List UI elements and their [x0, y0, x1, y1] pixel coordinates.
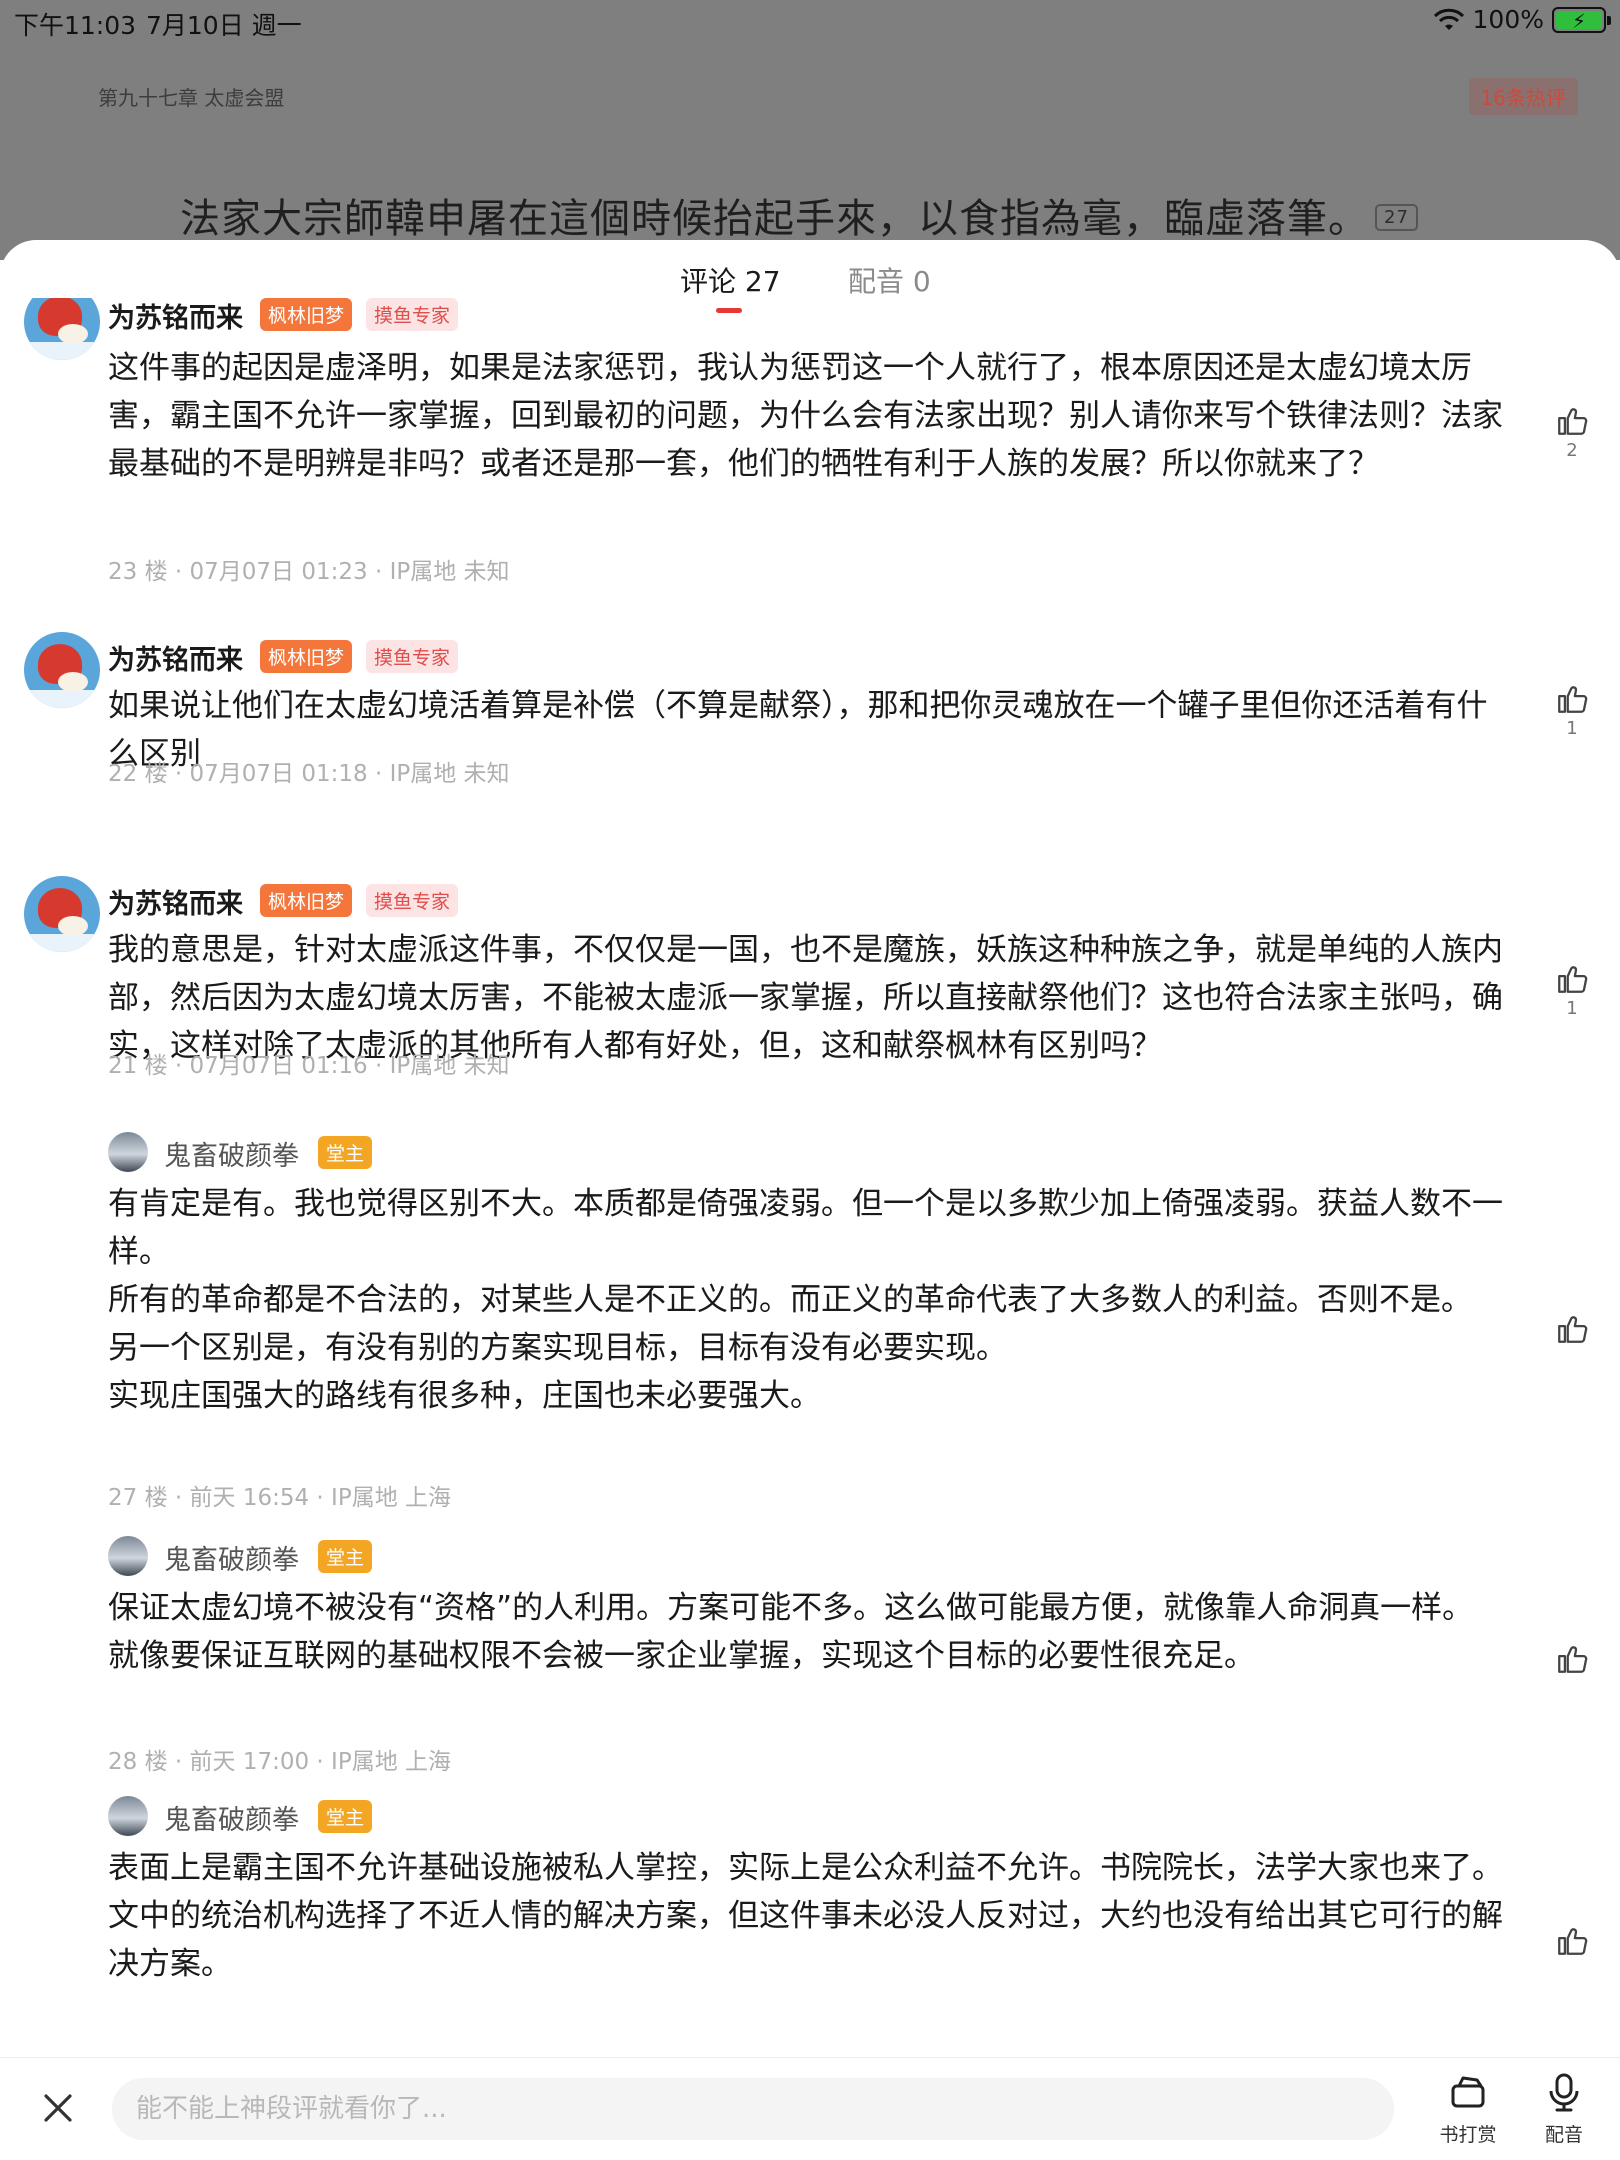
- like-count: 1: [1566, 718, 1578, 739]
- like-count: 2: [1566, 440, 1578, 461]
- avatar[interactable]: [24, 298, 100, 360]
- reply-line: 实现庄国强大的路线有很多种，庄国也未必要强大。: [108, 1378, 821, 1414]
- wifi-icon: [1433, 8, 1464, 30]
- chapter-title: 第九十七章 太虚会盟: [98, 86, 285, 110]
- bottom-bar: 书打赏 配音: [0, 2057, 1620, 2160]
- reply-username[interactable]: 鬼畜破颜拳: [164, 1798, 299, 1837]
- dubbing-button[interactable]: 配音: [1524, 2072, 1604, 2147]
- reply-line: 就像要保证互联网的基础权限不会被一家企业掌握，实现这个目标的必要性很充足。: [108, 1638, 1255, 1674]
- battery-icon: ⚡: [1552, 6, 1611, 33]
- like-button[interactable]: [1548, 1924, 1596, 1958]
- reply-username[interactable]: 鬼畜破颜拳: [164, 1538, 299, 1577]
- reply-meta: 27 楼 · 前天 16:54 · IP属地 上海: [108, 1485, 452, 1511]
- thumbs-up-icon: [1558, 408, 1588, 435]
- status-time: 下午11:03: [14, 11, 137, 40]
- comment-username[interactable]: 为苏铭而来: [108, 298, 243, 335]
- reply-line: 另一个区别是，有没有别的方案实现目标，目标有没有必要实现。: [108, 1330, 1007, 1366]
- tab-comments[interactable]: 评论 27: [680, 260, 781, 300]
- reply-avatar[interactable]: [108, 1132, 148, 1172]
- paragraph-comment-count[interactable]: 27: [1375, 203, 1418, 231]
- comment-list[interactable]: 为苏铭而来 枫林旧梦 摸鱼专家 这件事的起因是虚泽明，如果是法家惩罚，我认为惩罚…: [0, 298, 1620, 2056]
- reader-paragraph: 法家大宗師韓申屠在這個時候抬起手來，以食指為毫，臨虛落筆。 27: [180, 186, 1418, 244]
- tab-dubbing[interactable]: 配音 0: [848, 260, 931, 300]
- reader-line-text: 法家大宗師韓申屠在這個時候抬起手來，以食指為毫，臨虛落筆。: [180, 196, 1369, 242]
- thumbs-up-icon: [1558, 966, 1588, 993]
- comment-meta: 22 楼 · 07月07日 01:18 · IP属地 未知: [108, 761, 510, 787]
- thumbs-up-icon: [1558, 1316, 1588, 1343]
- comment-text: 这件事的起因是虚泽明，如果是法家惩罚，我认为惩罚这一个人就行了，根本原因还是太虚…: [108, 350, 1503, 482]
- thumbs-up-icon: [1558, 1928, 1588, 1955]
- reply-text: 有肯定是有。我也觉得区别不大。本质都是倚强凌弱。但一个是以多欺少加上倚强凌弱。获…: [108, 1180, 1518, 1420]
- reply-text: 表面上是霸主国不允许基础设施被私人掌控，实际上是公众利益不允许。书院院长，法学大…: [108, 1844, 1518, 1988]
- reply-line: 有肯定是有。我也觉得区别不大。本质都是倚强凌弱。但一个是以多欺少加上倚强凌弱。获…: [108, 1186, 1503, 1270]
- thumbs-up-icon: [1558, 686, 1588, 713]
- reply-line: 保证太虚幻境不被没有“资格”的人利用。方案可能不多。这么做可能最方便，就像靠人命…: [108, 1590, 1474, 1626]
- fan-badge: 枫林旧梦: [260, 640, 353, 673]
- hot-comments-badge[interactable]: 16条热评: [1468, 78, 1578, 115]
- fan-badge: 枫林旧梦: [260, 884, 353, 917]
- reply-meta: 28 楼 · 前天 17:00 · IP属地 上海: [108, 1749, 452, 1775]
- comment-sheet: 评论 27 配音 0 为苏铭而来 枫林旧梦 摸鱼专家 这件事的起因是虚泽明，如果…: [0, 240, 1620, 2160]
- fan-badge: 枫林旧梦: [260, 298, 353, 331]
- reply-line: 所有的革命都是不合法的，对某些人是不正义的。而正义的革命代表了大多数人的利益。否…: [108, 1282, 1472, 1318]
- reply-avatar[interactable]: [108, 1796, 148, 1836]
- host-badge: 堂主: [318, 1800, 373, 1833]
- reply-username[interactable]: 鬼畜破颜拳: [164, 1134, 299, 1173]
- reader-backdrop[interactable]: 下午11:03 7月10日 週一 100% ⚡ 第九十七章 太虚会盟 16条热评…: [0, 0, 1620, 260]
- comment-input[interactable]: [112, 2078, 1394, 2140]
- reply-line: 表面上是霸主国不允许基础设施被私人掌控，实际上是公众利益不允许。书院院长，法学大…: [108, 1850, 1503, 1886]
- title-badge: 摸鱼专家: [366, 884, 459, 917]
- avatar[interactable]: [24, 876, 100, 952]
- status-right: 100% ⚡: [1433, 5, 1611, 34]
- battery-percent: 100%: [1472, 5, 1544, 34]
- host-badge: 堂主: [318, 1136, 373, 1169]
- like-button[interactable]: 1: [1548, 682, 1596, 739]
- reply-avatar[interactable]: [108, 1536, 148, 1576]
- status-bar: 下午11:03 7月10日 週一 100% ⚡: [0, 0, 1620, 40]
- reply-line: 文中的统治机构选择了不近人情的解决方案，但这件事未必没人反对过，大约也没有给出其…: [108, 1898, 1503, 1982]
- title-badge: 摸鱼专家: [366, 298, 459, 331]
- close-icon[interactable]: [38, 2088, 78, 2128]
- like-count: 1: [1566, 998, 1578, 1019]
- gift-icon: [1451, 2076, 1485, 2108]
- reply-text: 保证太虚幻境不被没有“资格”的人利用。方案可能不多。这么做可能最方便，就像靠人命…: [108, 1584, 1518, 1680]
- host-badge: 堂主: [318, 1540, 373, 1573]
- thumbs-up-icon: [1558, 1646, 1588, 1673]
- like-button[interactable]: 1: [1548, 962, 1596, 1019]
- like-button[interactable]: [1548, 1312, 1596, 1346]
- dubbing-label: 配音: [1544, 2124, 1583, 2146]
- comment-username[interactable]: 为苏铭而来: [108, 638, 243, 677]
- avatar[interactable]: [24, 632, 100, 708]
- microphone-icon: [1549, 2073, 1579, 2112]
- comment-username[interactable]: 为苏铭而来: [108, 882, 243, 921]
- like-button[interactable]: 2: [1548, 404, 1596, 461]
- status-date: 7月10日 週一: [146, 11, 302, 40]
- like-button[interactable]: [1548, 1642, 1596, 1676]
- book-reward-button[interactable]: 书打赏: [1428, 2072, 1508, 2147]
- comment-meta: 23 楼 · 07月07日 01:23 · IP属地 未知: [108, 559, 510, 585]
- comment-meta: 21 楼 · 07月07日 01:16 · IP属地 未知: [108, 1053, 510, 1079]
- title-badge: 摸鱼专家: [366, 640, 459, 673]
- book-reward-label: 书打赏: [1439, 2124, 1497, 2146]
